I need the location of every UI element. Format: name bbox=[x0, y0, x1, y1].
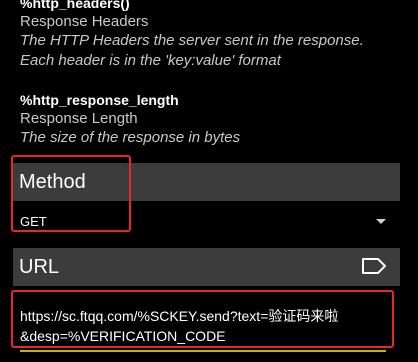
variable-description-line: Each header is in the 'key:value' format bbox=[20, 52, 281, 69]
variable-title: Response Headers bbox=[20, 13, 149, 30]
url-highlight-box bbox=[11, 290, 394, 348]
variable-description-line: The size of the response in bytes bbox=[20, 129, 241, 146]
url-label: URL bbox=[19, 255, 60, 278]
variable-http-headers: %http_headers() Response Headers The HTT… bbox=[20, 0, 364, 71]
tag-icon[interactable] bbox=[360, 254, 388, 278]
method-highlight-box bbox=[11, 155, 131, 232]
variable-http-response-length: %http_response_length Response Length Th… bbox=[20, 91, 240, 148]
variable-title: Response Length bbox=[20, 110, 138, 127]
variable-description-line: The HTTP Headers the server sent in the … bbox=[20, 32, 364, 49]
variable-name: %http_response_length bbox=[20, 92, 179, 108]
dropdown-arrow-icon bbox=[376, 218, 386, 224]
variable-name: %http_headers() bbox=[20, 0, 130, 11]
url-section-header: URL bbox=[13, 248, 400, 286]
